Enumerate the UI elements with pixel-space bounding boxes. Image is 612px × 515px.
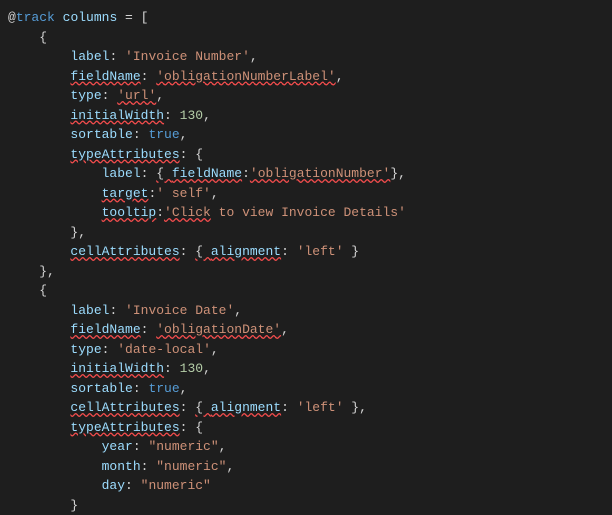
code-line: fieldName: 'obligationDate',	[8, 320, 604, 340]
code-line: },	[8, 262, 604, 282]
code-line: typeAttributes: {	[8, 418, 604, 438]
code-line: label: 'Invoice Date',	[8, 301, 604, 321]
code-line: sortable: true,	[8, 125, 604, 145]
code-line: sortable: true,	[8, 379, 604, 399]
code-line: tooltip:'Click to view Invoice Details'	[8, 203, 604, 223]
code-line: fieldName: 'obligationNumberLabel',	[8, 67, 604, 87]
code-line: },	[8, 223, 604, 243]
code-line: }	[8, 496, 604, 515]
code-line: day: "numeric"	[8, 476, 604, 496]
code-line: year: "numeric",	[8, 437, 604, 457]
code-line: type: 'date-local',	[8, 340, 604, 360]
code-line: target:' self',	[8, 184, 604, 204]
code-line: cellAttributes: { alignment: 'left' },	[8, 398, 604, 418]
code-line: type: 'url',	[8, 86, 604, 106]
code-line: {	[8, 28, 604, 48]
code-line: label: 'Invoice Number',	[8, 47, 604, 67]
code-line: initialWidth: 130,	[8, 106, 604, 126]
code-line: typeAttributes: {	[8, 145, 604, 165]
code-line: label: { fieldName:'obligationNumber'},	[8, 164, 604, 184]
code-line: initialWidth: 130,	[8, 359, 604, 379]
code-line: {	[8, 281, 604, 301]
code-line: cellAttributes: { alignment: 'left' }	[8, 242, 604, 262]
code-line: month: "numeric",	[8, 457, 604, 477]
code-line: @track columns = [	[8, 8, 604, 28]
code-editor[interactable]: @track columns = [ { label: 'Invoice Num…	[8, 8, 604, 515]
